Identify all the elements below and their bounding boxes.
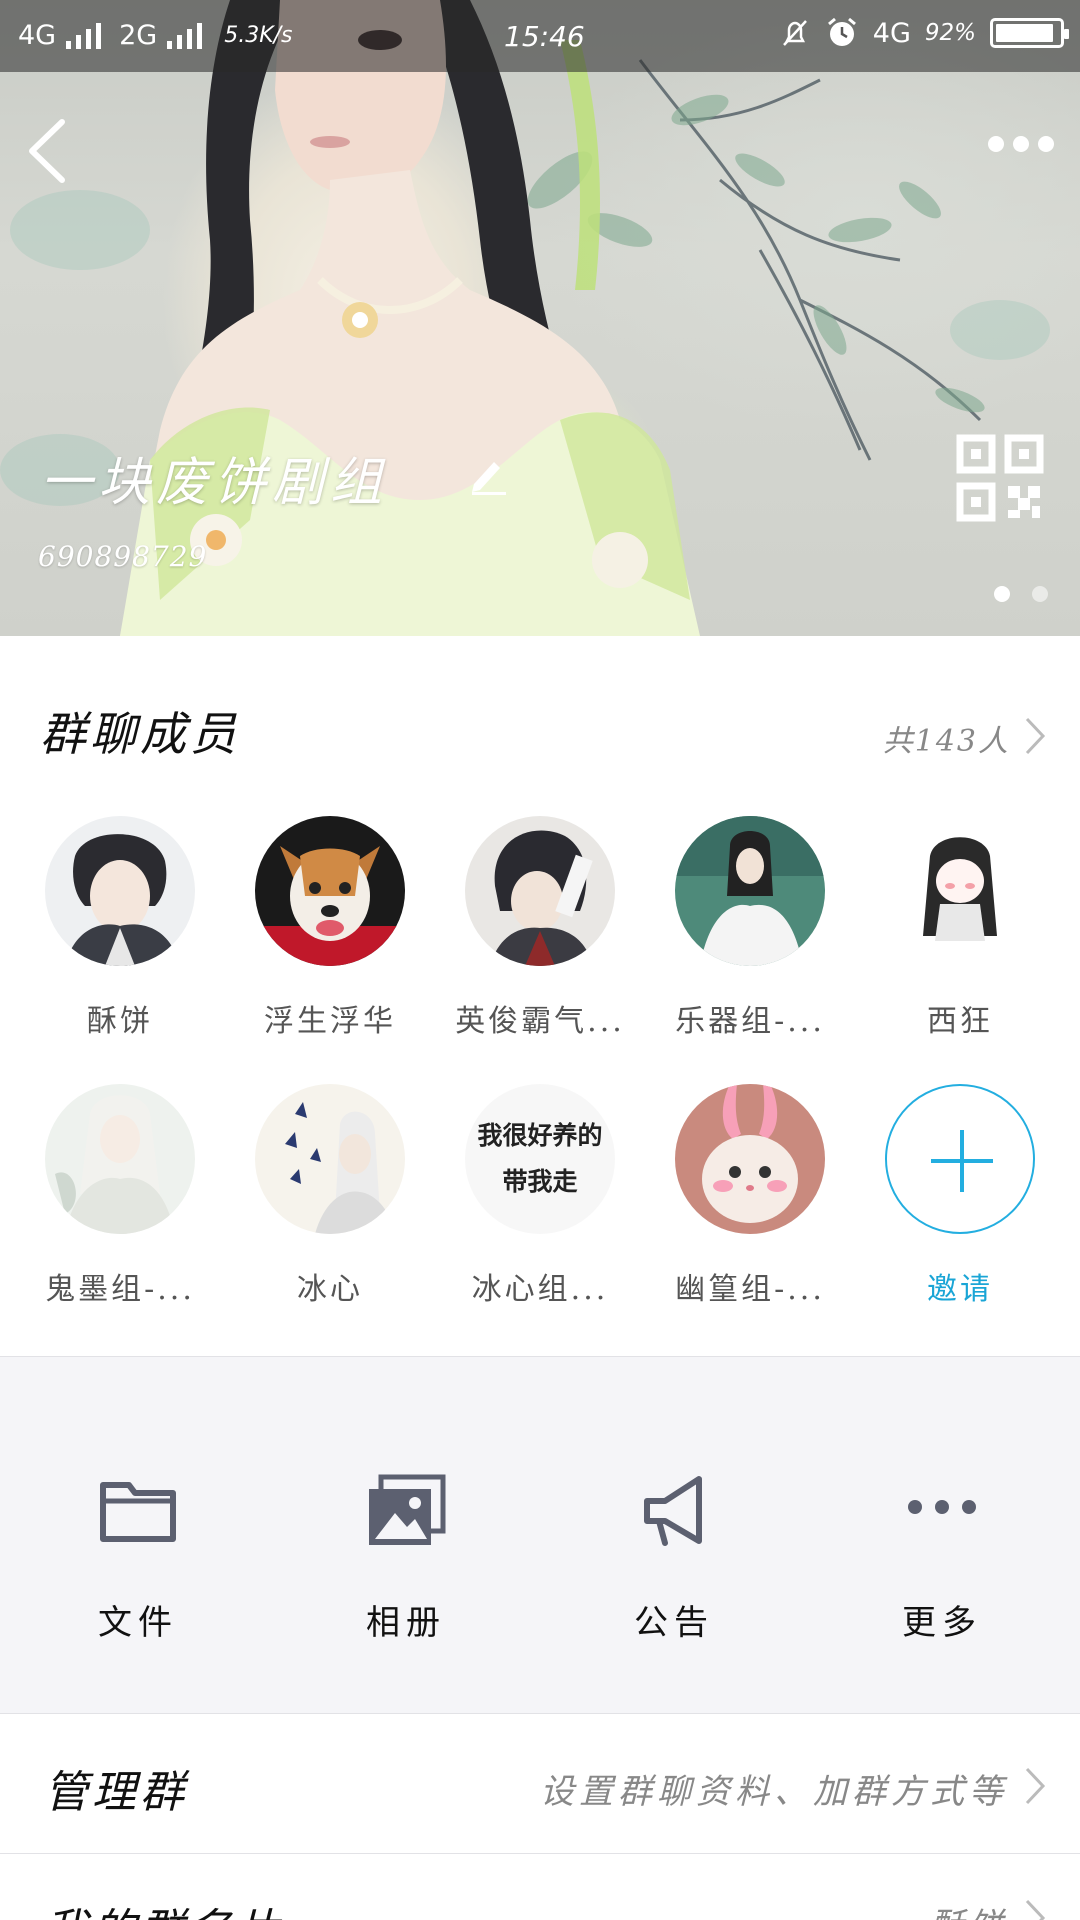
tool-album[interactable]: 相册 bbox=[306, 1467, 506, 1644]
invite-member-button[interactable]: 邀请 bbox=[860, 1084, 1060, 1308]
group-card-row[interactable]: 我的群名片 酥饼 bbox=[0, 1854, 1080, 1920]
member-avatar[interactable] bbox=[675, 816, 825, 966]
member-name: 英俊霸气... bbox=[455, 1004, 625, 1039]
back-arrow-icon[interactable] bbox=[24, 116, 70, 186]
member-item[interactable]: 英俊霸气... bbox=[440, 816, 640, 1040]
pager-dot-active bbox=[994, 586, 1010, 602]
alarm-icon bbox=[827, 17, 856, 46]
battery-icon bbox=[990, 18, 1069, 48]
group-name: 一块废饼剧组 bbox=[40, 453, 389, 513]
plus-icon[interactable] bbox=[885, 1084, 1035, 1234]
avatar-image bbox=[255, 816, 405, 966]
more-dots-icon bbox=[908, 1500, 976, 1514]
avatar-text-line-2: 带我走 bbox=[502, 1167, 578, 1196]
member-avatar[interactable] bbox=[255, 1084, 405, 1234]
members-title: 群聊成员 bbox=[40, 707, 240, 761]
album-icon bbox=[369, 1474, 446, 1545]
avatar-image bbox=[465, 816, 615, 966]
tool-label: 文件 bbox=[98, 1603, 178, 1643]
member-name: 鬼墨组-... bbox=[45, 1272, 195, 1307]
folder-icon bbox=[100, 1482, 176, 1542]
members-count[interactable]: 共143人 bbox=[883, 716, 1010, 760]
network-type-2: 2G bbox=[119, 20, 158, 51]
member-item[interactable]: 乐器组-... bbox=[650, 816, 850, 1040]
member-name: 西狂 bbox=[927, 1004, 993, 1039]
avatar-image bbox=[675, 816, 825, 966]
member-avatar[interactable] bbox=[885, 816, 1035, 966]
battery-percent: 92% bbox=[924, 20, 976, 46]
tool-files[interactable]: 文件 bbox=[38, 1467, 238, 1644]
invite-label[interactable]: 邀请 bbox=[860, 1264, 1060, 1308]
group-tools: 文件 相册 公告 更多 bbox=[0, 1356, 1080, 1714]
manage-group-desc: 设置群聊资料、加群方式等 bbox=[540, 1772, 1008, 1812]
tool-announcement[interactable]: 公告 bbox=[574, 1467, 774, 1644]
avatar-image bbox=[45, 1084, 195, 1234]
member-name: 冰心组... bbox=[471, 1272, 609, 1307]
avatar-image bbox=[675, 1084, 825, 1234]
more-options-button[interactable] bbox=[988, 136, 1054, 152]
megaphone-icon bbox=[644, 1476, 702, 1546]
network-type-3: 4G bbox=[872, 17, 911, 49]
signal-strength-icon bbox=[66, 22, 102, 49]
member-item[interactable]: 浮生浮华 bbox=[230, 816, 430, 1040]
manage-group-row[interactable]: 管理群 设置群聊资料、加群方式等 bbox=[0, 1716, 1080, 1854]
member-item[interactable]: 鬼墨组-... bbox=[20, 1084, 220, 1308]
battery-fill bbox=[996, 24, 1054, 42]
avatar-image bbox=[885, 816, 1035, 966]
member-item[interactable]: 冰心 bbox=[230, 1084, 430, 1308]
member-item[interactable]: 酥饼 bbox=[20, 816, 220, 1040]
signal-strength-icon bbox=[167, 22, 203, 49]
mute-bell-icon bbox=[782, 20, 807, 46]
chevron-right-icon[interactable] bbox=[1024, 716, 1046, 756]
group-card-value: 酥饼 bbox=[930, 1898, 1008, 1920]
manage-group-title: 管理群 bbox=[44, 1767, 188, 1818]
qr-code-icon[interactable] bbox=[956, 434, 1044, 522]
tool-more[interactable]: 更多 bbox=[842, 1467, 1042, 1644]
avatar-text-line-1: 我很好养的 bbox=[477, 1121, 603, 1150]
network-type-1: 4G bbox=[18, 20, 57, 51]
tool-label: 相册 bbox=[366, 1603, 446, 1643]
member-name: 乐器组-... bbox=[675, 1004, 825, 1039]
group-id: 690898729 bbox=[38, 540, 208, 573]
member-item[interactable]: 幽篁组-... bbox=[650, 1084, 850, 1308]
network-speed: 5.3K/s bbox=[224, 23, 293, 48]
member-item[interactable]: 西狂 bbox=[860, 816, 1060, 1040]
member-item[interactable]: 我很好养的 带我走 冰心组... bbox=[440, 1084, 640, 1308]
group-cover: 4G 2G 5.3K/s 15:46 4G 92% 一块废饼剧组 6908987… bbox=[0, 0, 1080, 636]
cover-pager bbox=[994, 586, 1048, 602]
member-name: 幽篁组-... bbox=[675, 1272, 825, 1307]
tool-label: 更多 bbox=[902, 1603, 982, 1643]
member-avatar[interactable] bbox=[255, 816, 405, 966]
chevron-right-icon bbox=[1025, 1767, 1046, 1805]
member-name: 酥饼 bbox=[87, 1004, 153, 1039]
member-avatar[interactable] bbox=[675, 1084, 825, 1234]
member-name: 冰心 bbox=[297, 1272, 363, 1307]
member-avatar[interactable]: 我很好养的 带我走 bbox=[465, 1084, 615, 1234]
members-section: 群聊成员 共143人 酥饼 浮生浮华 英俊霸气... 乐器组-... 西狂 鬼墨… bbox=[0, 636, 1080, 1356]
member-avatar[interactable] bbox=[45, 1084, 195, 1234]
tool-label: 公告 bbox=[634, 1603, 714, 1643]
edit-pencil-icon[interactable] bbox=[466, 452, 510, 496]
avatar-image bbox=[45, 816, 195, 966]
chevron-right-icon bbox=[1025, 1899, 1046, 1920]
clock: 15:46 bbox=[504, 20, 585, 53]
avatar-image bbox=[255, 1084, 405, 1234]
pager-dot bbox=[1032, 586, 1048, 602]
member-name: 浮生浮华 bbox=[264, 1004, 396, 1039]
status-bar: 4G 2G 5.3K/s 15:46 4G 92% bbox=[0, 0, 1080, 72]
group-card-title: 我的群名片 bbox=[44, 1894, 284, 1920]
member-avatar[interactable] bbox=[465, 816, 615, 966]
member-avatar[interactable] bbox=[45, 816, 195, 966]
